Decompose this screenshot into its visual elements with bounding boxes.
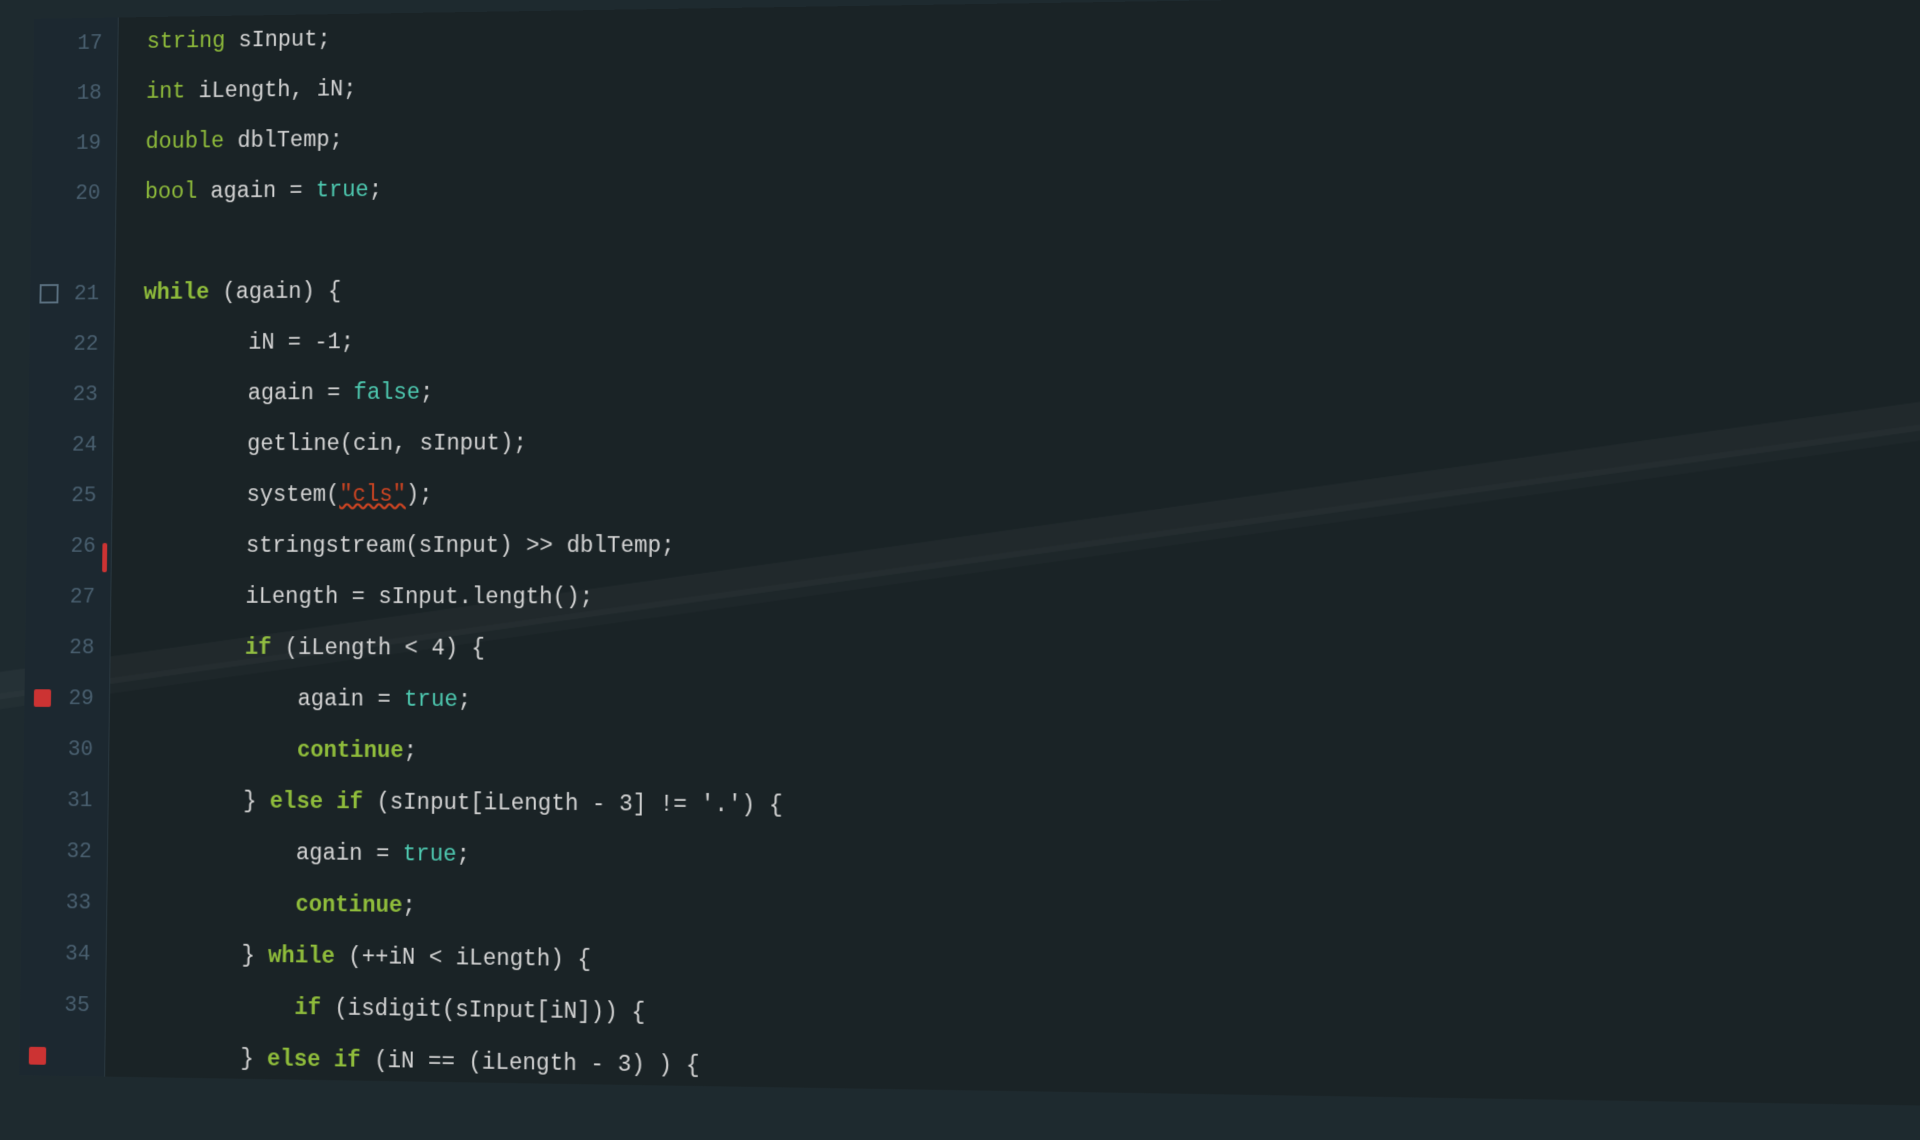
code-line-24: getline(cin, sInput); (141, 413, 1920, 470)
line-28: 28 (25, 622, 110, 673)
line-24: 24 (28, 419, 113, 470)
line-33: 33 (21, 876, 107, 928)
line-29: 29 (24, 673, 109, 724)
line-number-gutter: 17 18 19 20 21 22 23 24 25 26 27 28 (19, 18, 119, 1077)
line-23: 23 (28, 369, 113, 420)
line-32: 32 (22, 825, 107, 877)
line-17: 17 (33, 18, 117, 69)
line-34: 34 (20, 927, 106, 979)
line-22: 22 (29, 318, 114, 369)
line-31: 31 (23, 774, 108, 826)
code-line-28: if (iLength < 4) { (139, 622, 1920, 680)
line-27: 27 (26, 571, 111, 622)
line-18: 18 (33, 68, 118, 119)
scroll-thumb[interactable] (102, 543, 107, 572)
code-line-27: iLength = sInput.length(); (140, 571, 1920, 626)
code-line-22: iN = -1; (143, 306, 1920, 369)
code-line-25: system("cls"); (141, 466, 1920, 521)
code-content: string sInput; int iLength, iN; double d… (105, 0, 1920, 1106)
code-line-26: stringstream(sInput) >> dblTemp; (140, 519, 1920, 572)
code-editor: 17 18 19 20 21 22 23 24 25 26 27 28 (19, 0, 1920, 1106)
line-20: 20 (31, 168, 116, 219)
line-21: 21 (30, 268, 115, 319)
line-35: 35 (20, 979, 106, 1031)
line-blank (31, 218, 116, 269)
line-26: 26 (26, 521, 111, 572)
code-line-23: again = false; (142, 359, 1920, 419)
line-25: 25 (27, 470, 112, 521)
line-30: 30 (23, 723, 108, 774)
line-19: 19 (32, 118, 117, 169)
line-36 (19, 1030, 105, 1083)
